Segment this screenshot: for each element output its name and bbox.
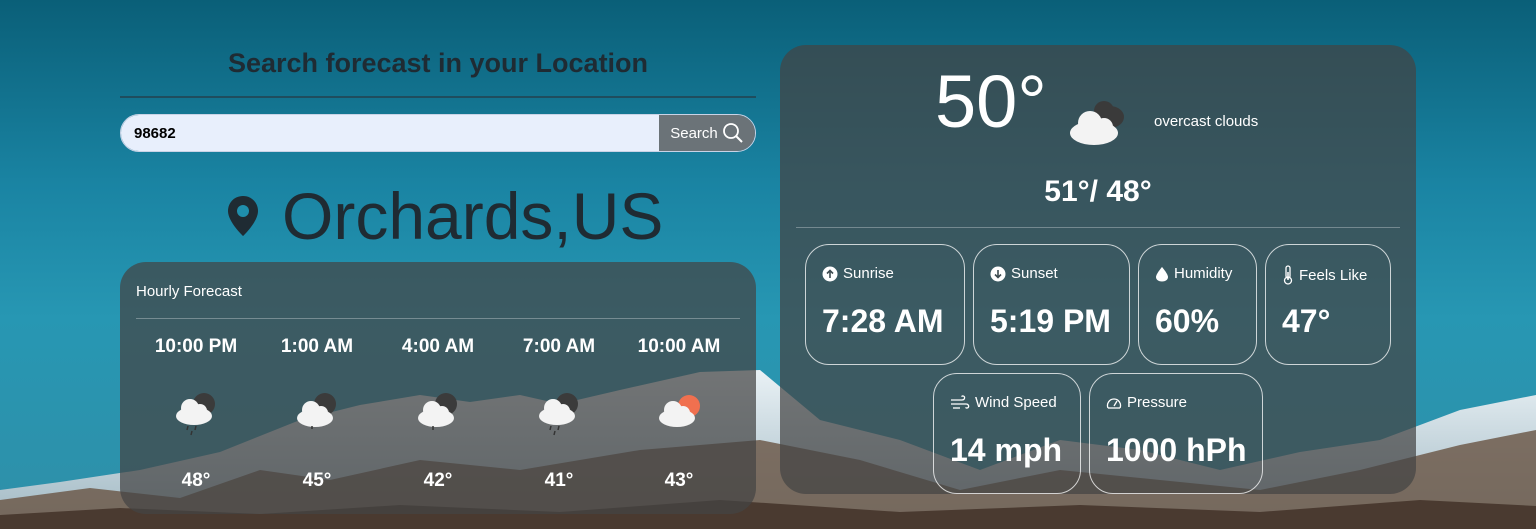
hourly-temp: 41°	[544, 470, 574, 491]
hourly-time: 7:00 AM	[522, 336, 596, 357]
cloud-sun-icon	[659, 395, 700, 427]
humidity-label: Humidity	[1174, 265, 1233, 282]
humidity-value: 60%	[1155, 303, 1220, 339]
location-header: Orchards,US	[226, 179, 664, 253]
location-pin-icon	[228, 196, 258, 236]
rainy-cloud-night-icon	[539, 393, 578, 436]
current-weather-panel: 50° overcast clouds 51°/ 48° Sunrise 7:2…	[780, 45, 1416, 494]
hourly-temp: 48°	[181, 470, 211, 491]
hourly-item: 10:00 PM 48°	[141, 336, 251, 492]
weather-description: overcast clouds	[1154, 113, 1259, 130]
hourly-temp: 45°	[302, 470, 332, 491]
thermometer-icon	[1283, 265, 1293, 285]
current-divider	[796, 227, 1400, 228]
feels-like-label: Feels Like	[1299, 266, 1368, 284]
search-title: Search forecast in your Location	[227, 48, 649, 78]
pressure-label: Pressure	[1127, 394, 1188, 411]
hourly-time: 1:00 AM	[280, 336, 354, 357]
search-input[interactable]	[121, 115, 659, 151]
sunrise-value: 7:28 AM	[822, 303, 944, 339]
hourly-temp: 43°	[664, 470, 694, 491]
gauge-icon	[1106, 397, 1122, 409]
search-button[interactable]: Search	[659, 115, 755, 151]
rainy-cloud-night-icon	[176, 393, 215, 436]
hourly-forecast-panel: Hourly Forecast 10:00 PM 48° 1:00 AM 45°…	[120, 262, 756, 514]
current-temperature: 50°	[935, 60, 1047, 143]
hourly-divider	[136, 318, 740, 319]
arrow-up-circle-icon	[822, 266, 838, 281]
sunset-label: Sunset	[1011, 265, 1058, 282]
hourly-item: 7:00 AM 41°	[504, 336, 614, 492]
hourly-time: 4:00 AM	[401, 336, 475, 357]
hourly-time: 10:00 AM	[637, 336, 721, 357]
hourly-item: 4:00 AM 42°	[383, 336, 493, 492]
arrow-down-circle-icon	[990, 266, 1006, 281]
wind-speed-label: Wind Speed	[975, 394, 1057, 411]
wind-speed-value: 14 mph	[950, 432, 1063, 468]
wind-speed-card: Wind Speed 14 mph	[933, 373, 1081, 494]
location-name: Orchards,US	[282, 179, 664, 253]
search-icon	[722, 123, 743, 143]
cloudy-night-icon	[297, 393, 336, 429]
wind-icon	[951, 394, 970, 409]
rainy-cloud-night-icon	[418, 393, 457, 430]
humidity-card: Humidity 60%	[1138, 244, 1257, 365]
sunrise-label: Sunrise	[843, 265, 894, 282]
search-button-label: Search	[670, 124, 718, 142]
hourly-item: 10:00 AM 43°	[624, 336, 734, 492]
pressure-value: 1000 hPh	[1106, 432, 1247, 468]
pressure-card: Pressure 1000 hPh	[1089, 373, 1263, 494]
hourly-time: 10:00 PM	[154, 336, 238, 357]
high-low-temperature: 51°/ 48°	[1044, 175, 1152, 208]
search-bar: Search	[120, 114, 756, 152]
sunrise-card: Sunrise 7:28 AM	[805, 244, 965, 365]
hourly-item: 1:00 AM 45°	[262, 336, 372, 492]
feels-like-card: Feels Like 47°	[1265, 244, 1391, 365]
droplet-icon	[1156, 266, 1168, 281]
sunset-card: Sunset 5:19 PM	[973, 244, 1130, 365]
sunset-value: 5:19 PM	[990, 303, 1111, 339]
title-divider	[120, 96, 756, 98]
overcast-clouds-icon	[1070, 101, 1124, 145]
hourly-temp: 42°	[423, 470, 453, 491]
feels-like-value: 47°	[1282, 303, 1331, 339]
hourly-forecast-title: Hourly Forecast	[136, 283, 242, 300]
